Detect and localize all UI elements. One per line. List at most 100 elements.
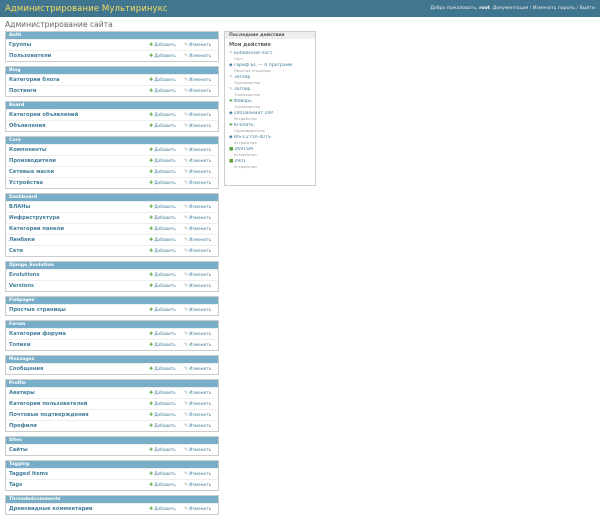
add-link[interactable]: ✚ Добавить [149,307,184,313]
model-link[interactable]: Tags [6,482,149,488]
add-link[interactable]: ✚ Добавить [149,226,184,232]
change-link[interactable]: ✎ Изменить [184,482,218,488]
model-link[interactable]: Категории пользователей [6,401,149,407]
add-link[interactable]: ✚ Добавить [149,53,184,59]
add-link[interactable]: ✚ Добавить [149,366,184,372]
module-caption[interactable]: Core [6,137,218,144]
model-link[interactable]: Топики [6,342,149,348]
add-link[interactable]: ✚ Добавить [149,215,184,221]
module-caption[interactable]: Blog [6,67,218,74]
change-link[interactable]: ✎ Изменить [184,123,218,129]
add-link[interactable]: ✚ Добавить [149,42,184,48]
change-link[interactable]: ✎ Изменить [184,366,218,372]
add-link[interactable]: ✚ Добавить [149,248,184,254]
add-link[interactable]: ✚ Добавить [149,342,184,348]
module-caption[interactable]: Auth [6,32,218,39]
module-caption[interactable]: Threadedcomments [6,496,218,503]
module-caption[interactable]: Forum [6,321,218,328]
module-caption[interactable]: Django_Evolution [6,262,218,269]
model-link[interactable]: Линбаки [6,237,149,243]
add-link[interactable]: ✚ Добавить [149,112,184,118]
change-link[interactable]: ✎ Изменить [184,412,218,418]
change-link[interactable]: ✎ Изменить [184,158,218,164]
add-link[interactable]: ✚ Добавить [149,471,184,477]
add-link[interactable]: ✚ Добавить [149,482,184,488]
add-link[interactable]: ✚ Добавить [149,237,184,243]
module-caption[interactable]: Flatpages [6,297,218,304]
change-link[interactable]: ✎ Изменить [184,471,218,477]
logout-link[interactable]: Выйти [580,6,595,11]
add-link[interactable]: ✚ Добавить [149,204,184,210]
model-link[interactable]: Древовидные комментарии [6,506,149,512]
add-link[interactable]: ✚ Добавить [149,180,184,186]
module-caption[interactable]: Tagging [6,461,218,468]
model-link[interactable]: Категории объявлений [6,112,149,118]
model-link[interactable]: Постинги [6,88,149,94]
add-link[interactable]: ✚ Добавить [149,283,184,289]
model-link[interactable]: Объявления [6,123,149,129]
change-link[interactable]: ✎ Изменить [184,180,218,186]
change-link[interactable]: ✎ Изменить [184,53,218,59]
model-link[interactable]: Почтовые подтверждения [6,412,149,418]
model-link[interactable]: Категории блога [6,77,149,83]
add-link[interactable]: ✚ Добавить [149,123,184,129]
add-link[interactable]: ✚ Добавить [149,158,184,164]
module-caption[interactable]: Messages [6,356,218,363]
add-link[interactable]: ✚ Добавить [149,169,184,175]
change-link[interactable]: ✎ Изменить [184,272,218,278]
module-caption[interactable]: Profile [6,380,218,387]
add-link[interactable]: ✚ Добавить [149,390,184,396]
change-link[interactable]: ✎ Изменить [184,226,218,232]
add-link[interactable]: ✚ Добавить [149,506,184,512]
change-link[interactable]: ✎ Изменить [184,331,218,337]
documentation-link[interactable]: Документация [493,6,529,11]
change-link[interactable]: ✎ Изменить [184,248,218,254]
add-link[interactable]: ✚ Добавить [149,447,184,453]
model-link[interactable]: Категории панели [6,226,149,232]
add-link[interactable]: ✚ Добавить [149,412,184,418]
add-link[interactable]: ✚ Добавить [149,331,184,337]
add-link[interactable]: ✚ Добавить [149,423,184,429]
model-link[interactable]: Сообщения [6,366,149,372]
change-link[interactable]: ✎ Изменить [184,423,218,429]
change-link[interactable]: ✎ Изменить [184,307,218,313]
module-caption[interactable]: Dashboard [6,194,218,201]
change-link[interactable]: ✎ Изменить [184,390,218,396]
change-link[interactable]: ✎ Изменить [184,237,218,243]
model-link[interactable]: Простые страницы [6,307,149,313]
model-link[interactable]: Производители [6,158,149,164]
change-link[interactable]: ✎ Изменить [184,112,218,118]
add-link[interactable]: ✚ Добавить [149,147,184,153]
model-link[interactable]: ВЛАНы [6,204,149,210]
model-link[interactable]: Сети [6,248,149,254]
change-link[interactable]: ✎ Изменить [184,88,218,94]
model-link[interactable]: Компоненты [6,147,149,153]
model-link[interactable]: Tagged items [6,471,149,477]
add-link[interactable]: ✚ Добавить [149,272,184,278]
model-link[interactable]: Сетевые маски [6,169,149,175]
change-link[interactable]: ✎ Изменить [184,342,218,348]
module-caption[interactable]: Board [6,102,218,109]
model-link[interactable]: Evolutions [6,272,149,278]
model-link[interactable]: Группы [6,42,149,48]
model-link[interactable]: Пользователи [6,53,149,59]
change-password-link[interactable]: Изменить пароль [533,6,575,11]
module-caption[interactable]: Sites [6,437,218,444]
change-link[interactable]: ✎ Изменить [184,401,218,407]
model-link[interactable]: Профили [6,423,149,429]
model-link[interactable]: Инфраструктура [6,215,149,221]
model-link[interactable]: Аватары [6,390,149,396]
change-link[interactable]: ✎ Изменить [184,42,218,48]
change-link[interactable]: ✎ Изменить [184,147,218,153]
change-link[interactable]: ✎ Изменить [184,506,218,512]
site-title[interactable]: Администрирование Мультиринукс [5,4,168,14]
model-link[interactable]: Versions [6,283,149,289]
add-link[interactable]: ✚ Добавить [149,401,184,407]
change-link[interactable]: ✎ Изменить [184,283,218,289]
change-link[interactable]: ✎ Изменить [184,169,218,175]
add-link[interactable]: ✚ Добавить [149,77,184,83]
model-link[interactable]: Устройства [6,180,149,186]
change-link[interactable]: ✎ Изменить [184,77,218,83]
change-link[interactable]: ✎ Изменить [184,215,218,221]
model-link[interactable]: Категории форума [6,331,149,337]
